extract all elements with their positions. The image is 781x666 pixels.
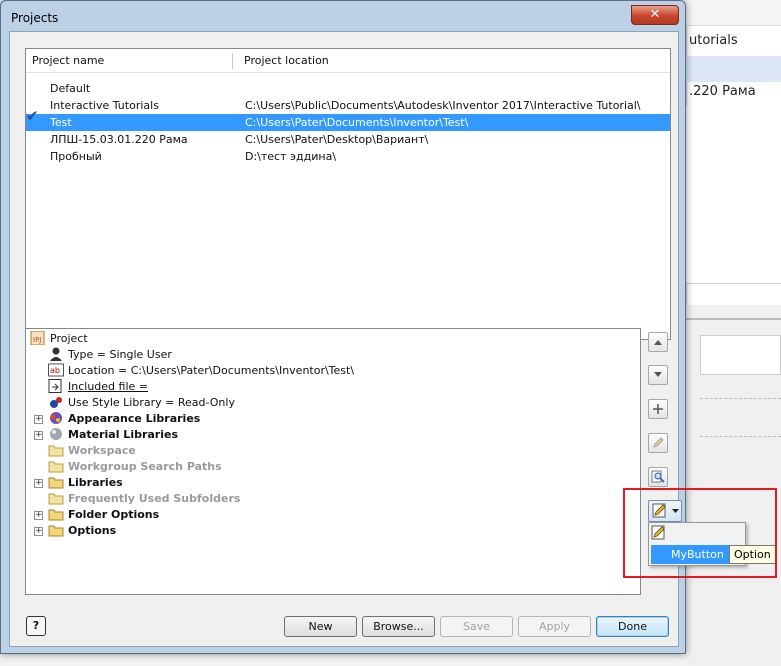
project-list[interactable]: Project name Project location Default In… [25, 48, 671, 340]
project-name: Interactive Tutorials [50, 99, 159, 112]
project-row[interactable]: Interactive Tutorials C:\Users\Public\Do… [26, 97, 670, 114]
style-library-icon [50, 397, 62, 408]
magnifier-icon [651, 470, 665, 483]
project-file-icon: IPJ [30, 331, 45, 345]
tree-node-style-library[interactable]: Use Style Library = Read-Only [48, 395, 235, 411]
background-empty-area [686, 106, 781, 282]
highlight-annotation-box [623, 488, 777, 578]
add-path-button[interactable] [648, 399, 668, 419]
expand-toggle-icon[interactable]: + [34, 415, 43, 424]
project-location: C:\Users\Public\Documents\Autodesk\Inven… [245, 99, 641, 112]
text-field-icon: ab [48, 363, 64, 377]
background-dashed-line [700, 398, 781, 399]
move-down-button[interactable] [648, 365, 668, 385]
project-row[interactable]: Пробный D:\тест эддина\ [26, 148, 670, 165]
project-name: ЛПШ-15.03.01.220 Рама [50, 133, 188, 146]
done-button[interactable]: Done [596, 616, 669, 637]
column-header-project-location[interactable]: Project location [238, 49, 329, 73]
background-row-rama: .220 Рама [689, 84, 756, 99]
project-location: C:\Users\Pater\Desktop\Вариант\ [245, 133, 429, 146]
expand-toggle-icon[interactable]: + [34, 431, 43, 440]
arrow-down-icon [654, 372, 662, 377]
tree-node-location[interactable]: ab Location = C:\Users\Pater\Documents\In… [48, 363, 354, 379]
apply-button[interactable]: Apply [518, 616, 591, 637]
project-name: Default [50, 82, 91, 95]
tree-node-workgroup-search-paths[interactable]: Workgroup Search Paths [48, 459, 222, 475]
expand-toggle-icon[interactable]: + [34, 511, 43, 520]
background-separator [686, 283, 781, 284]
new-button[interactable]: New [284, 616, 357, 637]
background-dashed-line-2 [700, 436, 781, 437]
move-up-button[interactable] [648, 332, 668, 352]
find-button[interactable] [648, 467, 668, 487]
expand-toggle-icon[interactable]: + [34, 479, 43, 488]
user-icon [50, 347, 62, 361]
background-row-tutorials: utorials [689, 33, 738, 48]
project-row[interactable]: Default [26, 80, 670, 97]
project-location: C:\Users\Pater\Documents\Inventor\Test\ [245, 116, 469, 129]
active-project-checkmark-icon: ✔ [26, 107, 39, 125]
material-library-icon [50, 428, 62, 440]
project-row-selected[interactable]: Test C:\Users\Pater\Documents\Inventor\T… [26, 114, 670, 131]
background-header [686, 0, 781, 26]
edit-button[interactable] [648, 433, 668, 453]
tree-node-folder-options[interactable]: Folder Options [48, 507, 159, 523]
project-settings-tree[interactable]: IPJ Project Type = Single User ab Location… [25, 328, 641, 595]
folder-icon [48, 461, 64, 473]
svg-text:ab: ab [50, 366, 60, 375]
arrow-up-icon [654, 340, 662, 345]
close-button[interactable]: ✕ [631, 5, 679, 25]
tree-node-libraries[interactable]: Libraries [48, 475, 123, 491]
tree-node-type[interactable]: Type = Single User [48, 347, 172, 363]
tree-node-included-file[interactable]: Included file = [48, 379, 148, 395]
expand-toggle-icon[interactable]: + [34, 527, 43, 536]
folder-icon [48, 493, 64, 505]
column-header-project-name[interactable]: Project name [26, 49, 232, 73]
column-separator[interactable] [232, 53, 233, 69]
pencil-icon [653, 437, 664, 448]
folder-icon [48, 477, 64, 489]
save-button[interactable]: Save [440, 616, 513, 637]
project-location: D:\тест эддина\ [245, 150, 337, 163]
tree-node-options[interactable]: Options [48, 523, 116, 539]
folder-icon [48, 445, 64, 457]
background-box [700, 335, 781, 375]
tree-node-project[interactable]: IPJ Project [30, 331, 88, 347]
folder-icon [48, 525, 64, 537]
project-row[interactable]: ЛПШ-15.03.01.220 Рама C:\Users\Pater\Des… [26, 131, 670, 148]
projects-dialog: Projects ✕ Project name Project location… [0, 0, 686, 654]
included-file-icon [48, 379, 62, 393]
dialog-title: Projects [11, 11, 59, 25]
folder-icon [48, 509, 64, 521]
background-separator-thick [686, 318, 781, 320]
project-list-header: Project name Project location [26, 49, 670, 73]
project-name: Пробный [50, 150, 102, 163]
dialog-client-area: Project name Project location Default In… [9, 31, 682, 647]
project-name: Test [50, 116, 72, 129]
tree-node-appearance-libraries[interactable]: Appearance Libraries [48, 411, 200, 427]
browse-button[interactable]: Browse... [362, 616, 435, 637]
tree-node-workspace[interactable]: Workspace [48, 443, 136, 459]
appearance-library-icon [50, 412, 62, 424]
tree-node-frequently-used-subfolders[interactable]: Frequently Used Subfolders [48, 491, 240, 507]
help-button[interactable]: ? [26, 616, 46, 636]
tree-node-material-libraries[interactable]: Material Libraries [48, 427, 178, 443]
svg-text:IPJ: IPJ [33, 336, 41, 344]
plus-icon [653, 404, 663, 414]
